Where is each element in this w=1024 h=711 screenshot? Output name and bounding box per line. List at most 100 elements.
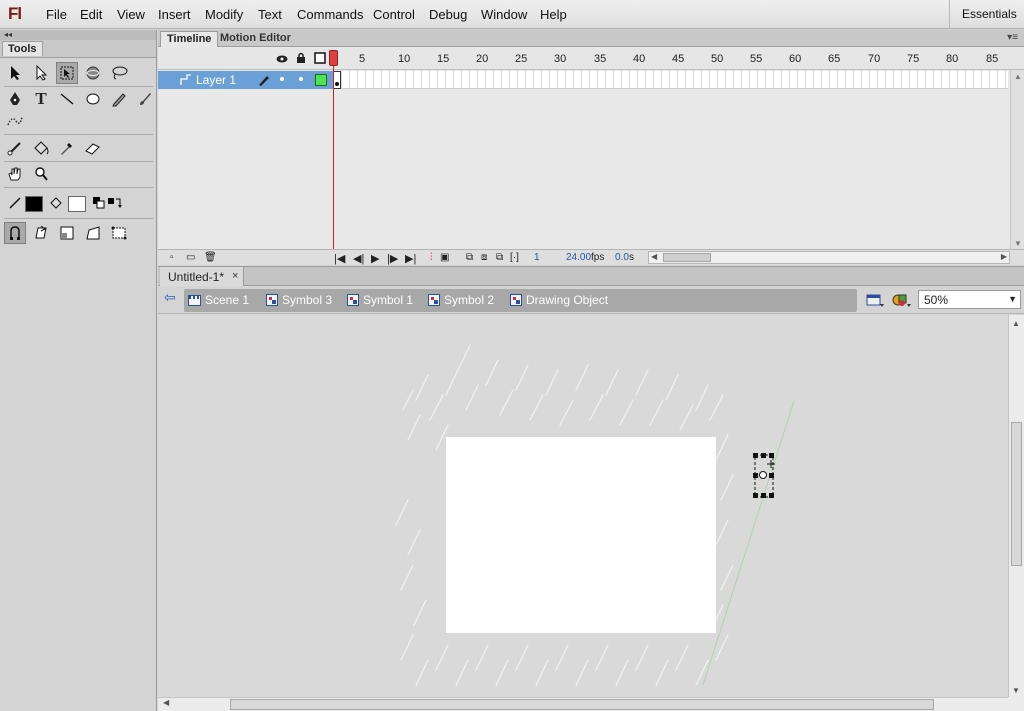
scroll-up-icon[interactable]: ▲ [1014,72,1022,81]
menu-debug[interactable]: Debug [429,7,467,22]
timeline-scrollbar[interactable]: ▲ ▼ [1010,70,1024,250]
close-icon[interactable]: × [232,270,238,282]
layer-name[interactable]: Layer 1 [196,73,236,87]
back-arrow-icon[interactable]: ⇦ [164,289,176,306]
keyframe[interactable] [333,71,341,89]
free-transform-tool-icon[interactable] [56,62,78,84]
breadcrumb-drawing-object[interactable]: Drawing Object [510,293,608,307]
prev-frame-icon[interactable]: ◀| [353,252,364,265]
collapse-icon[interactable]: ◂◂ [0,30,156,40]
menu-file[interactable]: File [46,7,67,22]
onion-skin-icon[interactable]: ⧉ [466,252,473,263]
edit-multiple-frames-icon[interactable]: ⧉ [496,252,503,263]
menu-modify[interactable]: Modify [205,7,243,22]
visibility-dot[interactable] [280,77,284,81]
3d-rotation-tool-icon[interactable] [82,62,104,84]
frame-rate[interactable]: 24.00 [566,252,591,263]
stage-vscroll-thumb[interactable] [1011,422,1022,566]
lasso-tool-icon[interactable] [108,62,130,84]
pen-tool-icon[interactable] [4,88,26,110]
menu-commands[interactable]: Commands [297,7,363,22]
tab-motion-editor[interactable]: Motion Editor [214,31,297,47]
document-tab[interactable]: Untitled-1* × [160,267,244,286]
transform-handles[interactable] [750,450,780,502]
breadcrumb-symbol-3[interactable]: Symbol 3 [266,293,332,307]
brush-tool-icon[interactable] [134,88,156,110]
panel-menu-icon[interactable]: ▾≡ [1007,32,1018,43]
last-frame-icon[interactable]: ▶| [405,252,416,265]
playhead-handle[interactable] [329,50,338,66]
scroll-down-icon[interactable]: ▼ [1012,686,1020,695]
first-frame-icon[interactable]: |◀ [334,252,345,265]
pasteboard[interactable] [158,315,1008,697]
modify-markers-icon[interactable]: [·] [510,252,519,263]
timeline-hscroll-thumb[interactable] [663,253,711,262]
eraser-tool-icon[interactable] [82,137,104,159]
timeline-hscroll[interactable]: ◀ ▶ [648,251,1010,264]
deco-tool-icon[interactable] [4,110,26,132]
scroll-up-icon[interactable]: ▲ [1012,319,1020,328]
paint-bucket-tool-icon[interactable] [30,137,52,159]
text-tool-icon[interactable]: T [30,88,52,110]
scroll-down-icon[interactable]: ▼ [1014,239,1022,248]
stroke-color-swatch[interactable] [25,196,43,212]
subselection-tool-icon[interactable] [30,62,52,84]
breadcrumb-symbol-1[interactable]: Symbol 1 [347,293,413,307]
outline-icon[interactable] [314,52,326,67]
workspace-switcher[interactable]: Essentials [949,0,1024,29]
layer-row[interactable]: Layer 1 [158,71,334,89]
bone-tool-icon[interactable] [4,137,26,159]
outline-color-swatch[interactable] [315,74,327,86]
scroll-left-icon[interactable]: ◀ [163,698,169,707]
menu-text[interactable]: Text [258,7,282,22]
oval-tool-icon[interactable] [82,88,104,110]
stage[interactable] [446,437,716,633]
eyedropper-tool-icon[interactable] [56,137,78,159]
scale-icon[interactable] [56,222,78,244]
line-tool-icon[interactable] [56,88,78,110]
loop-icon[interactable]: ▣ [440,252,449,263]
chevron-down-icon[interactable]: ▼ [1008,294,1017,304]
center-frame-icon[interactable]: ⫶ [430,252,433,263]
lock-icon[interactable] [296,52,306,67]
fill-color-icon[interactable] [45,192,67,214]
stroke-color-icon[interactable] [4,192,26,214]
new-layer-icon[interactable]: ▫ [170,252,174,263]
zoom-tool-icon[interactable] [30,163,52,185]
menu-edit[interactable]: Edit [80,7,102,22]
delete-layer-icon[interactable]: 🗑 [204,252,217,263]
breadcrumb-symbol-2[interactable]: Symbol 2 [428,293,494,307]
stage-hscroll-thumb[interactable] [230,699,934,710]
edit-symbols-icon[interactable] [891,292,913,311]
swap-colors-icon[interactable] [104,192,126,214]
menu-help[interactable]: Help [540,7,567,22]
menu-view[interactable]: View [117,7,145,22]
next-frame-icon[interactable]: |▶ [387,252,398,265]
scroll-left-icon[interactable]: ◀ [651,252,657,261]
menu-control[interactable]: Control [373,7,415,22]
menu-insert[interactable]: Insert [158,7,191,22]
distort-icon[interactable] [82,222,104,244]
current-frame[interactable]: 1 [534,252,540,263]
tab-timeline[interactable]: Timeline [160,31,219,47]
stage-vertical-scrollbar[interactable]: ▲ ▼ [1008,315,1024,697]
object-drawing-icon[interactable] [4,222,26,244]
eye-icon[interactable] [276,53,288,67]
frame-cells[interactable] [333,71,1008,89]
breadcrumb-scene-1[interactable]: Scene 1 [188,293,249,307]
new-folder-icon[interactable]: ▭ [186,252,195,263]
menu-window[interactable]: Window [481,7,527,22]
selection-tool-icon[interactable] [4,62,26,84]
edit-scene-icon[interactable] [865,292,885,311]
scroll-right-icon[interactable]: ▶ [1001,252,1007,261]
stage-horizontal-scrollbar[interactable]: ◀ [158,697,1008,711]
zoom-select[interactable]: 50% ▼ [918,290,1021,309]
hand-tool-icon[interactable] [4,163,26,185]
lock-dot[interactable] [299,77,303,81]
play-icon[interactable]: ▶ [371,252,379,265]
envelope-icon[interactable] [108,222,130,244]
fill-color-swatch[interactable] [68,196,86,212]
onion-outline-icon[interactable]: ⧈ [481,252,487,263]
pencil-tool-icon[interactable] [108,88,130,110]
rotate-skew-icon[interactable] [30,222,52,244]
